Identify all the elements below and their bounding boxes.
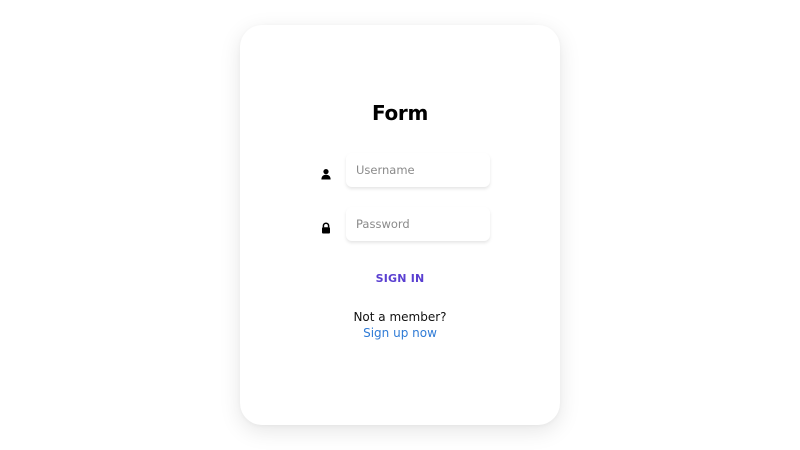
sign-in-button[interactable]: SIGN IN	[350, 267, 450, 289]
login-card: Form SIGN IN Not a member? Sign up now	[240, 25, 560, 425]
password-row	[320, 207, 490, 241]
user-icon	[320, 165, 332, 180]
lock-icon	[320, 219, 332, 234]
login-page: Form SIGN IN Not a member? Sign up now	[0, 0, 800, 450]
username-input[interactable]	[346, 153, 490, 187]
sign-up-link[interactable]: Sign up now	[240, 326, 560, 340]
password-input[interactable]	[346, 207, 490, 241]
not-member-text: Not a member?	[353, 310, 447, 324]
form-title: Form	[371, 101, 429, 125]
username-row	[320, 153, 490, 187]
